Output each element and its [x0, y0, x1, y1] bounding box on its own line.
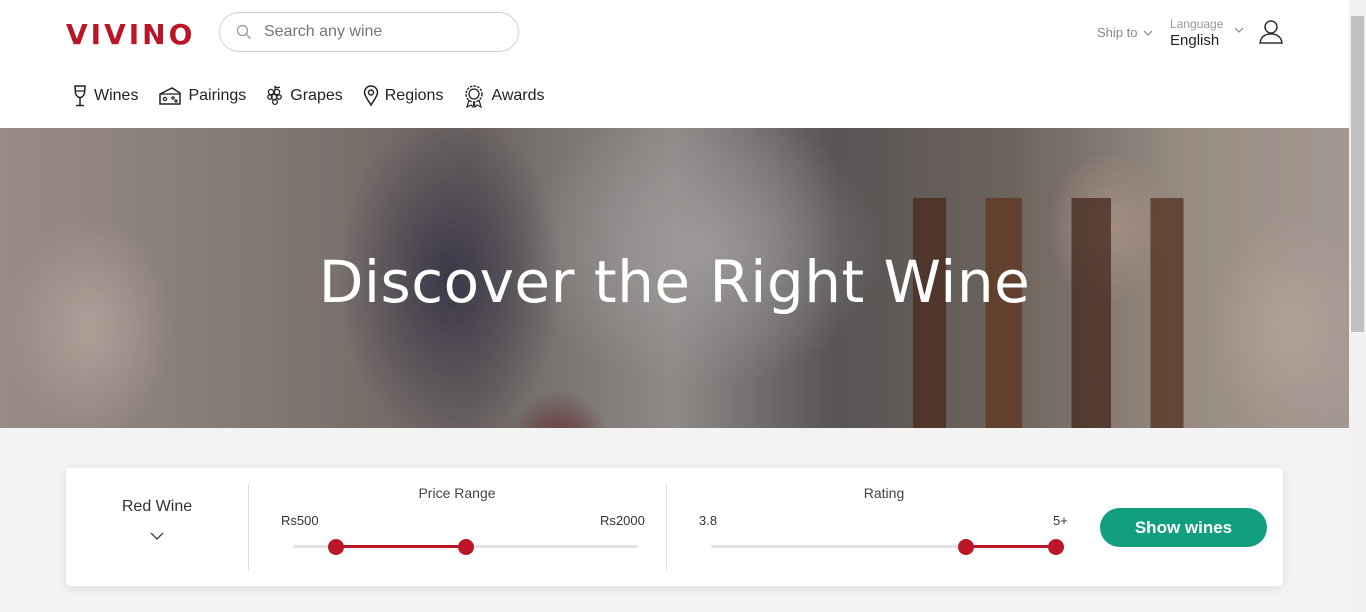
hero-banner: Discover the Right Wine	[0, 128, 1349, 428]
price-min-handle[interactable]	[328, 539, 345, 555]
rating-max-handle[interactable]	[1048, 539, 1064, 555]
nav-item-regions[interactable]: Regions	[363, 85, 444, 107]
show-wines-button[interactable]: Show wines	[1100, 508, 1267, 547]
language-selector[interactable]: Language English	[1170, 17, 1244, 49]
ship-to-selector[interactable]: Ship to	[1097, 25, 1153, 40]
price-range-title: Price Range	[418, 485, 496, 501]
chevron-down-icon	[150, 532, 164, 540]
user-icon	[1259, 20, 1283, 44]
chevron-down-icon	[1234, 27, 1244, 33]
search-icon	[236, 24, 251, 39]
wine-type-dropdown[interactable]: Red Wine	[66, 468, 248, 586]
ship-to-label: Ship to	[1097, 25, 1138, 40]
price-max-label: Rs2000	[600, 513, 645, 528]
wine-glass-icon	[74, 85, 86, 107]
award-medal-icon	[465, 85, 484, 108]
scrollbar-thumb[interactable]	[1351, 16, 1364, 332]
nav-label-pairings: Pairings	[188, 87, 247, 104]
chevron-down-icon	[1144, 30, 1153, 36]
grapes-icon	[267, 85, 283, 106]
nav-item-awards[interactable]: Awards	[463, 84, 545, 108]
rating-min-label: 3.8	[699, 513, 718, 528]
main-nav: Wines Pairings Grapes Regions Awards	[72, 84, 565, 108]
rating-title: Rating	[863, 485, 905, 501]
rating-max-label: 5+	[1053, 513, 1068, 528]
nav-label-grapes: Grapes	[290, 87, 343, 104]
language-label: Language	[1170, 17, 1224, 31]
wine-filter-panel: Red Wine Price Range Rs500 Rs2000 Rating…	[66, 468, 1283, 586]
price-min-label: Rs500	[281, 513, 319, 528]
nav-label-awards: Awards	[491, 87, 545, 104]
nav-label-regions: Regions	[384, 87, 444, 104]
nav-label-wines: Wines	[94, 87, 139, 104]
price-slider-fill	[336, 545, 466, 548]
price-max-handle[interactable]	[457, 539, 474, 555]
site-header: VIVINO Ship to Language English	[0, 0, 1349, 128]
search-box[interactable]	[219, 12, 519, 52]
nav-item-wines[interactable]: Wines	[72, 85, 138, 107]
cheese-icon	[159, 87, 182, 105]
hero-title: Discover the Right Wine	[318, 248, 1031, 316]
wine-type-value: Red Wine	[121, 498, 193, 515]
vivino-logo[interactable]: VIVINO	[66, 18, 195, 51]
language-value: English	[1170, 32, 1220, 49]
nav-item-grapes[interactable]: Grapes	[266, 85, 343, 107]
rating-slider-fill	[966, 545, 1056, 548]
nav-item-pairings[interactable]: Pairings	[158, 86, 246, 106]
user-account-button[interactable]	[1258, 19, 1284, 50]
map-pin-icon	[363, 85, 378, 107]
search-input[interactable]	[264, 23, 494, 41]
rating-min-handle[interactable]	[958, 539, 975, 555]
